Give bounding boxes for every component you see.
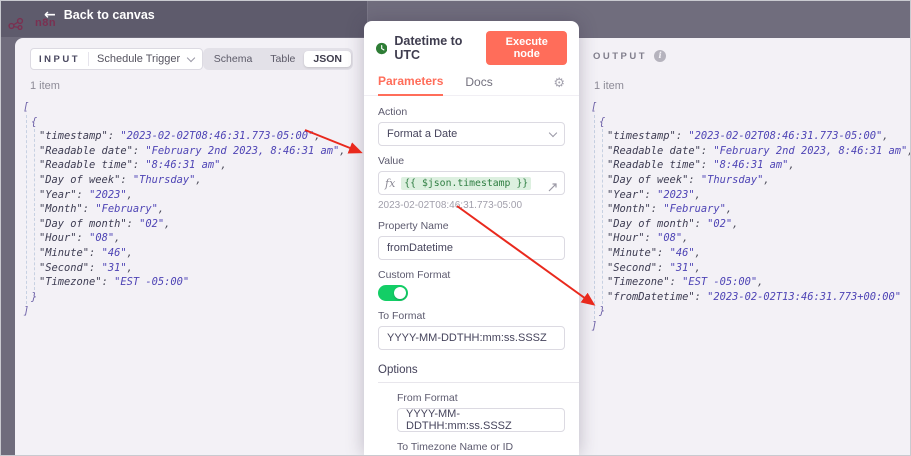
app-window: n8n ← Back to canvas INPUT Schedule Trig… bbox=[0, 0, 911, 456]
input-view-tabs: Schema Table JSON bbox=[203, 48, 353, 70]
tab-schema[interactable]: Schema bbox=[205, 51, 262, 67]
node-tabs: Parameters Docs ⚙ bbox=[364, 72, 579, 96]
json-line: "Readable date": "February 2nd 2023, 8:4… bbox=[23, 144, 346, 159]
node-detail-modal: Datetime to UTC Execute node Parameters … bbox=[364, 21, 579, 455]
json-line: "Day of week": "Thursday", bbox=[23, 173, 346, 188]
divider bbox=[88, 52, 89, 66]
json-line: "Day of week": "Thursday", bbox=[591, 173, 911, 188]
action-select[interactable]: Format a Date bbox=[378, 122, 565, 146]
to-format-value: YYYY-MM-DDTHH:mm:ss.SSSZ bbox=[387, 332, 547, 344]
to-format-label: To Format bbox=[378, 310, 565, 322]
json-line: "Timezone": "EST -05:00", bbox=[591, 275, 911, 290]
input-source-value: Schedule Trigger bbox=[97, 53, 180, 65]
action-label: Action bbox=[378, 106, 565, 118]
chevron-down-icon bbox=[187, 53, 195, 61]
input-json-viewer[interactable]: [{"timestamp": "2023-02-02T08:46:31.773-… bbox=[23, 100, 346, 319]
execute-node-button[interactable]: Execute node bbox=[486, 31, 567, 65]
from-format-input[interactable]: YYYY-MM-DDTHH:mm:ss.SSSZ bbox=[397, 408, 565, 432]
json-line: "Readable time": "8:46:31 am", bbox=[23, 158, 346, 173]
output-label: OUTPUT bbox=[593, 51, 647, 62]
tab-table[interactable]: Table bbox=[261, 51, 304, 67]
json-line: "Second": "31", bbox=[591, 261, 911, 276]
json-line: "Hour": "08", bbox=[591, 231, 911, 246]
json-line: "Second": "31", bbox=[23, 261, 346, 276]
output-panel: OUTPUT i 1 item [{"timestamp": "2023-02-… bbox=[579, 38, 910, 455]
custom-format-toggle[interactable] bbox=[378, 285, 408, 301]
action-value: Format a Date bbox=[387, 128, 457, 140]
to-timezone-label: To Timezone Name or ID bbox=[397, 441, 565, 453]
back-to-canvas-button[interactable]: ← Back to canvas bbox=[44, 8, 155, 22]
back-arrow-icon: ← bbox=[44, 8, 56, 22]
divider bbox=[378, 382, 579, 383]
json-line: "Month": "February", bbox=[23, 202, 346, 217]
node-parameters-form: Action Format a Date Value fx {{ $json.t… bbox=[364, 96, 579, 456]
json-line: ] bbox=[23, 304, 346, 319]
expand-expression-icon[interactable] bbox=[548, 182, 558, 192]
input-source-select[interactable]: INPUT Schedule Trigger bbox=[30, 48, 203, 70]
options-section-title: Options bbox=[378, 364, 565, 376]
json-line: { bbox=[591, 115, 911, 130]
custom-format-label: Custom Format bbox=[378, 269, 565, 281]
output-items-count: 1 item bbox=[594, 80, 624, 92]
property-name-label: Property Name bbox=[378, 220, 565, 232]
input-panel: INPUT Schedule Trigger Schema Table JSON… bbox=[15, 38, 364, 455]
n8n-logo-icon bbox=[8, 16, 32, 30]
json-line: [ bbox=[591, 100, 911, 115]
json-line: "fromDatetime": "2023-02-02T13:46:31.773… bbox=[591, 290, 911, 305]
tab-json[interactable]: JSON bbox=[304, 51, 351, 67]
chevron-down-icon bbox=[549, 129, 557, 137]
tab-parameters[interactable]: Parameters bbox=[378, 74, 443, 96]
json-line: "Minute": "46", bbox=[23, 246, 346, 261]
property-name-value: fromDatetime bbox=[387, 242, 453, 254]
json-line: { bbox=[23, 115, 346, 130]
json-line: "timestamp": "2023-02-02T08:46:31.773-05… bbox=[23, 129, 346, 144]
json-line: "timestamp": "2023-02-02T08:46:31.773-05… bbox=[591, 129, 911, 144]
to-format-input[interactable]: YYYY-MM-DDTHH:mm:ss.SSSZ bbox=[378, 326, 565, 350]
json-line: "Month": "February", bbox=[591, 202, 911, 217]
property-name-input[interactable]: fromDatetime bbox=[378, 236, 565, 260]
fx-icon: fx bbox=[385, 177, 395, 190]
from-format-value: YYYY-MM-DDTHH:mm:ss.SSSZ bbox=[406, 408, 556, 432]
input-label: INPUT bbox=[39, 54, 80, 65]
json-line: } bbox=[23, 290, 346, 305]
value-expression-input[interactable]: fx {{ $json.timestamp }} bbox=[378, 171, 565, 195]
json-line: "Minute": "46", bbox=[591, 246, 911, 261]
json-line: "Day of month": "02", bbox=[23, 217, 346, 232]
back-label: Back to canvas bbox=[64, 8, 155, 22]
node-title: Datetime to UTC bbox=[394, 34, 479, 62]
gear-icon[interactable]: ⚙ bbox=[553, 77, 565, 95]
expression-result-hint: 2023-02-02T08:46:31.773-05:00 bbox=[378, 200, 565, 211]
input-items-count: 1 item bbox=[30, 80, 60, 92]
datetime-node-icon bbox=[376, 42, 387, 55]
value-label: Value bbox=[378, 155, 565, 167]
json-line: [ bbox=[23, 100, 346, 115]
json-line: ] bbox=[591, 319, 911, 334]
json-line: "Day of month": "02", bbox=[591, 217, 911, 232]
json-line: "Hour": "08", bbox=[23, 231, 346, 246]
info-icon[interactable]: i bbox=[654, 50, 666, 62]
tab-docs[interactable]: Docs bbox=[465, 75, 492, 95]
output-json-viewer[interactable]: [{"timestamp": "2023-02-02T08:46:31.773-… bbox=[591, 100, 911, 334]
json-line: "Timezone": "EST -05:00" bbox=[23, 275, 346, 290]
json-line: "Year": "2023", bbox=[591, 188, 911, 203]
json-line: "Readable time": "8:46:31 am", bbox=[591, 158, 911, 173]
json-line: } bbox=[591, 304, 911, 319]
expression-value: {{ $json.timestamp }} bbox=[401, 177, 531, 190]
json-line: "Readable date": "February 2nd 2023, 8:4… bbox=[591, 144, 911, 159]
json-line: "Year": "2023", bbox=[23, 188, 346, 203]
from-format-label: From Format bbox=[397, 392, 565, 404]
